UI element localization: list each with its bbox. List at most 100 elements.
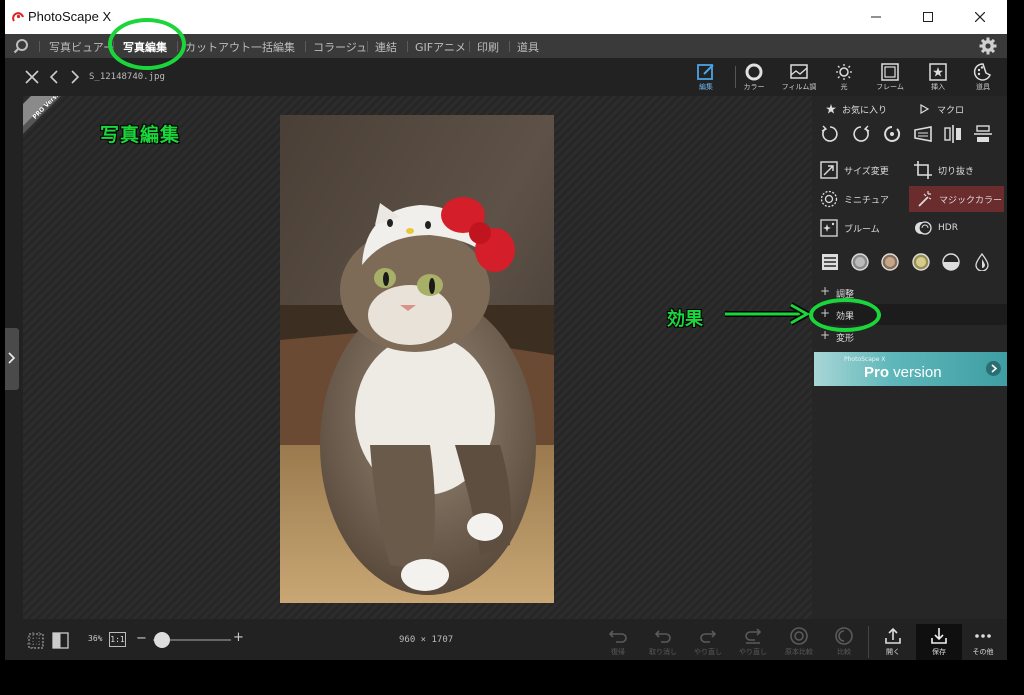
menu-separator [367,41,368,52]
save-icon [931,628,947,644]
magic-color-label: マジックカラー [939,195,1003,206]
app-window: PhotoScape X 写真ビュアー 写真編集 カットアウト 一括編集 コラー… [5,0,1007,660]
pro-version-ribbon[interactable]: PRO Version [23,96,61,134]
previous-icon[interactable] [49,70,59,84]
tab-edit[interactable]: 編集 [684,61,728,95]
toolbar-separator [735,66,736,88]
compare-original-icon [790,627,808,645]
favorites-label: お気に入り [842,105,888,116]
revert-button[interactable]: 復帰 [596,624,640,660]
close-image-icon[interactable] [25,70,39,84]
rotate-left-icon[interactable] [819,123,841,145]
menu-separator [469,41,470,52]
tab-insert[interactable]: 挿入 [916,61,960,95]
zoom-slider-knob[interactable] [154,632,170,648]
straighten-icon[interactable] [881,123,903,145]
crop-icon [914,161,932,179]
pro-version-banner[interactable]: PhotoScape X Pro version [814,352,1007,386]
settings-gear-icon[interactable] [979,37,997,55]
tab-frame-label: フレーム [876,83,904,91]
compare-original-button[interactable]: 原本比較 [777,624,821,660]
close-button[interactable] [954,0,1006,34]
filter-warm-icon[interactable] [912,253,930,271]
redo-button[interactable]: やり直し [686,624,730,660]
filter-sepia-icon[interactable] [881,253,899,271]
perspective-icon[interactable] [912,123,934,145]
annotation-photo-edit-label: 写真編集 [100,124,181,146]
zoom-out-button[interactable]: − [136,631,147,646]
flip-vertical-icon[interactable] [972,123,994,145]
tab-film-label: フィルム調 [781,83,817,91]
compare-button[interactable]: 比較 [822,624,866,660]
rotate-right-icon[interactable] [850,123,872,145]
pro-banner-title: Pro version [864,364,942,381]
redo-all-button[interactable]: やり直し [731,624,775,660]
macro-button[interactable]: マクロ [916,99,1006,119]
annotation-arrow-icon [725,302,813,326]
favorites-button[interactable]: お気に入り [814,99,911,119]
menu-list-icon[interactable] [821,253,839,271]
bloom-button[interactable]: ブルーム [814,215,906,241]
tab-film[interactable]: フィルム調 [777,61,821,95]
menu-separator [305,41,306,52]
open-button[interactable]: 開く [871,624,915,660]
resize-button[interactable]: サイズ変更 [814,157,906,183]
actual-size-button[interactable]: 1:1 [109,632,126,647]
tab-frame[interactable]: フレーム [868,61,912,95]
pro-banner-app-name: PhotoScape X [844,356,886,363]
grid-select-icon[interactable] [27,632,45,650]
hdr-icon [915,221,932,235]
hdr-button[interactable]: HDR [908,215,1000,241]
pro-banner-pro: Pro [864,364,890,381]
menu-batch-editor[interactable]: 一括編集 [251,39,295,55]
menu-gif-animation[interactable]: GIFアニメ [415,39,466,55]
menu-collage[interactable]: コラージュ [313,39,367,55]
undo-button[interactable]: 取り消し [641,624,685,660]
image-dimensions: 960 × 1707 [399,635,454,645]
annotation-effect-label: 効果 [667,309,703,330]
compare-icon [835,627,853,645]
search-icon[interactable] [13,38,29,54]
magic-color-button[interactable]: マジックカラー [909,186,1004,212]
filter-drop-icon[interactable] [973,253,991,271]
photo-cat-image [280,115,554,603]
menu-cutout[interactable]: カットアウト [185,39,251,55]
bottom-separator [868,626,869,658]
filter-half-icon[interactable] [942,253,960,271]
menu-combine[interactable]: 連結 [375,39,397,55]
menu-print[interactable]: 印刷 [477,39,499,55]
next-icon[interactable] [70,70,80,84]
tools-icon [973,63,991,81]
edit-icon [697,64,714,80]
open-icon [885,627,901,644]
more-button[interactable]: その他 [961,624,1005,660]
section-transform-label: 変形 [836,334,855,344]
undo-icon [654,630,671,643]
redo-label: やり直し [694,648,722,656]
resize-icon [820,161,838,179]
chevron-right-icon [8,352,16,364]
crop-button[interactable]: 切り抜き [908,157,1000,183]
side-panel-toggle[interactable] [5,328,19,390]
zoom-level[interactable]: 36% [88,634,102,643]
menu-photo-viewer[interactable]: 写真ビュアー [49,39,114,55]
maximize-icon [923,12,933,22]
tab-color[interactable]: カラー [732,61,776,95]
tab-tools-label: 道具 [976,83,990,91]
minimize-button[interactable] [850,0,902,34]
miniature-button[interactable]: ミニチュア [814,186,906,212]
tab-tools[interactable]: 道具 [961,61,1005,95]
revert-icon [608,630,627,643]
maximize-button[interactable] [902,0,954,34]
tab-light[interactable]: 光 [822,61,866,95]
compare-view-icon[interactable] [52,632,69,649]
redo-all-label: やり直し [739,648,767,656]
bloom-label: ブルーム [844,224,880,235]
redo-icon [700,630,717,643]
flip-horizontal-icon[interactable] [942,123,964,145]
menu-tools[interactable]: 道具 [517,39,539,55]
filter-gray-icon[interactable] [851,253,869,271]
zoom-in-button[interactable]: + [233,630,244,645]
save-button[interactable]: 保存 [916,624,962,660]
undo-label: 取り消し [649,648,677,656]
